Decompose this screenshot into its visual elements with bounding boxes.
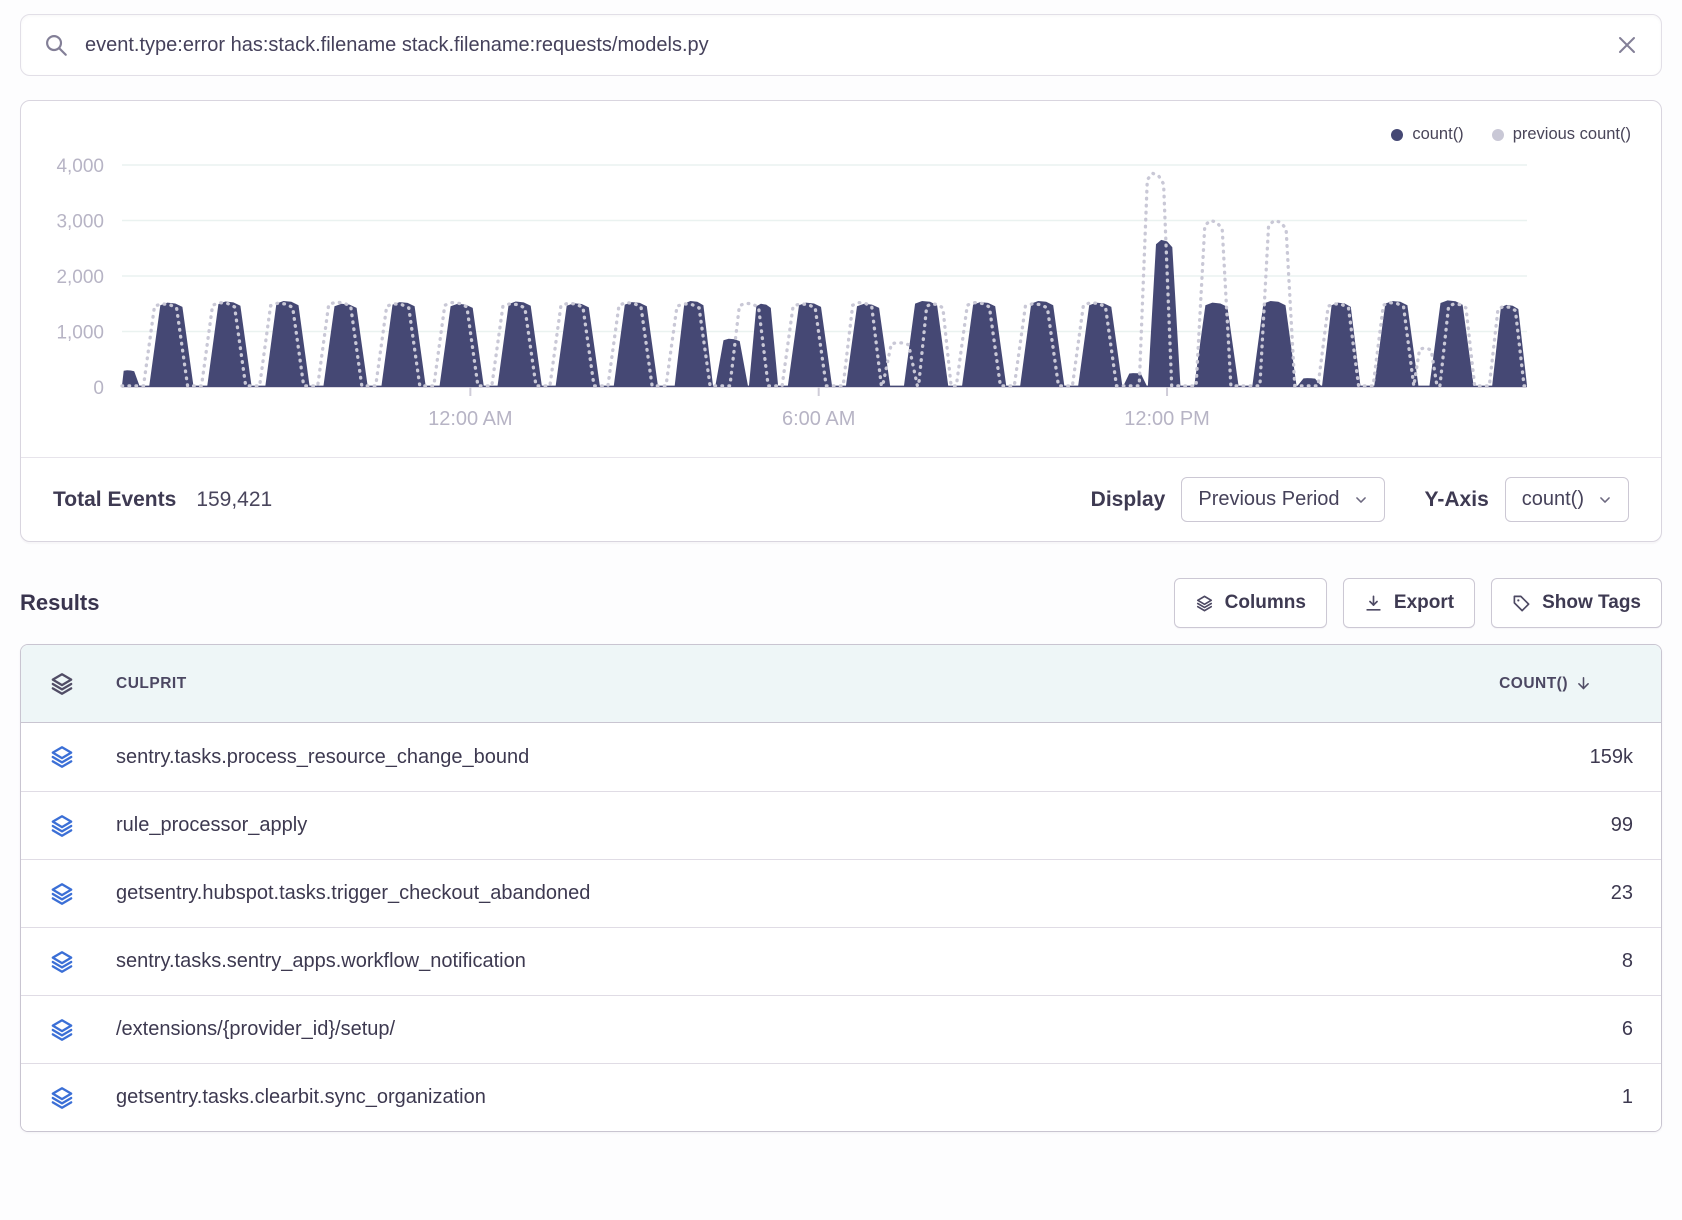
table-row: sentry.tasks.process_resource_change_bou… (21, 723, 1661, 791)
clear-search-icon[interactable] (1615, 33, 1639, 57)
results-actions: Columns Export Show Tags (1174, 578, 1662, 628)
events-chart-panel: count() previous count() 0 1,000 2,000 3,00… (20, 100, 1662, 542)
table-row: getsentry.hubspot.tasks.trigger_checkout… (21, 859, 1661, 927)
count-cell: 23 (1611, 882, 1633, 905)
legend-dot-count (1391, 129, 1403, 141)
sort-arrow-down-icon (1575, 675, 1592, 692)
show-tags-button-label: Show Tags (1542, 592, 1641, 614)
culprit-cell[interactable]: rule_processor_apply (116, 814, 307, 837)
stack-icon (49, 671, 75, 697)
count-cell: 8 (1622, 950, 1633, 973)
discover-page: count() previous count() 0 1,000 2,000 3,00… (0, 0, 1682, 1146)
chevron-down-icon (1598, 493, 1612, 507)
svg-text:0: 0 (93, 378, 104, 399)
culprit-cell[interactable]: getsentry.tasks.clearbit.sync_organizati… (116, 1086, 486, 1109)
stack-icon[interactable] (49, 813, 75, 839)
svg-text:12:00 PM: 12:00 PM (1124, 408, 1210, 430)
culprit-cell[interactable]: sentry.tasks.sentry_apps.workflow_notifi… (116, 950, 526, 973)
results-table: CULPRIT COUNT() sentry.tasks.process_res… (20, 644, 1662, 1132)
total-events-value: 159,421 (196, 488, 272, 512)
count-cell: 99 (1611, 814, 1633, 837)
chart-footer: Total Events 159,421 Display Previous Pe… (21, 457, 1661, 541)
results-header-row: Results Columns Export (20, 578, 1662, 628)
legend-dot-previous-count (1492, 129, 1504, 141)
culprit-column-header[interactable]: CULPRIT (116, 675, 187, 693)
chart-controls: Display Previous Period Y-Axis count() (1091, 477, 1629, 522)
svg-text:12:00 AM: 12:00 AM (428, 408, 513, 430)
events-time-series-chart: 0 1,000 2,000 3,000 4,000 12:00 AM 6:00 AM 12:0… (22, 115, 1660, 449)
yaxis-dropdown-value: count() (1522, 488, 1584, 511)
legend-label-previous-count: previous count() (1513, 125, 1631, 144)
svg-text:1,000: 1,000 (56, 323, 104, 344)
culprit-cell[interactable]: /extensions/{provider_id}/setup/ (116, 1018, 395, 1041)
table-row: rule_processor_apply 99 (21, 791, 1661, 859)
stack-icon[interactable] (49, 744, 75, 770)
legend-item-previous-count[interactable]: previous count() (1492, 125, 1631, 144)
download-icon (1364, 594, 1383, 613)
columns-button[interactable]: Columns (1174, 578, 1327, 628)
display-dropdown[interactable]: Previous Period (1181, 477, 1384, 522)
svg-text:4,000: 4,000 (56, 156, 104, 177)
stack-icon[interactable] (49, 1017, 75, 1043)
stack-icon[interactable] (49, 949, 75, 975)
legend-label-count: count() (1412, 125, 1463, 144)
table-row: /extensions/{provider_id}/setup/ 6 (21, 995, 1661, 1063)
count-column-header[interactable]: COUNT() (1499, 675, 1633, 693)
count-cell: 6 (1622, 1018, 1633, 1041)
results-title: Results (20, 590, 99, 616)
count-cell: 159k (1590, 746, 1633, 769)
chart-legend: count() previous count() (1391, 125, 1631, 144)
export-button[interactable]: Export (1343, 578, 1475, 628)
display-dropdown-value: Previous Period (1198, 488, 1339, 511)
layers-icon (1195, 594, 1214, 613)
svg-text:2,000: 2,000 (56, 267, 104, 288)
yaxis-dropdown[interactable]: count() (1505, 477, 1629, 522)
columns-button-label: Columns (1225, 592, 1306, 614)
table-header-row: CULPRIT COUNT() (21, 645, 1661, 723)
show-tags-button[interactable]: Show Tags (1491, 578, 1662, 628)
chart-area: 0 1,000 2,000 3,000 4,000 12:00 AM 6:00 AM 12:0… (21, 101, 1661, 449)
search-input[interactable] (85, 34, 1599, 57)
legend-item-count[interactable]: count() (1391, 125, 1463, 144)
search-icon (43, 32, 69, 58)
display-label: Display (1091, 488, 1166, 512)
stack-icon[interactable] (49, 1085, 75, 1111)
search-bar (20, 14, 1662, 76)
table-row: sentry.tasks.sentry_apps.workflow_notifi… (21, 927, 1661, 995)
tag-icon (1512, 594, 1531, 613)
total-events-label: Total Events (53, 488, 176, 512)
stack-icon[interactable] (49, 881, 75, 907)
culprit-cell[interactable]: sentry.tasks.process_resource_change_bou… (116, 746, 529, 769)
svg-text:6:00 AM: 6:00 AM (782, 408, 855, 430)
table-row: getsentry.tasks.clearbit.sync_organizati… (21, 1063, 1661, 1131)
culprit-cell[interactable]: getsentry.hubspot.tasks.trigger_checkout… (116, 882, 590, 905)
count-cell: 1 (1622, 1086, 1633, 1109)
export-button-label: Export (1394, 592, 1454, 614)
svg-text:3,000: 3,000 (56, 212, 104, 233)
chevron-down-icon (1354, 493, 1368, 507)
yaxis-label: Y-Axis (1425, 488, 1489, 512)
